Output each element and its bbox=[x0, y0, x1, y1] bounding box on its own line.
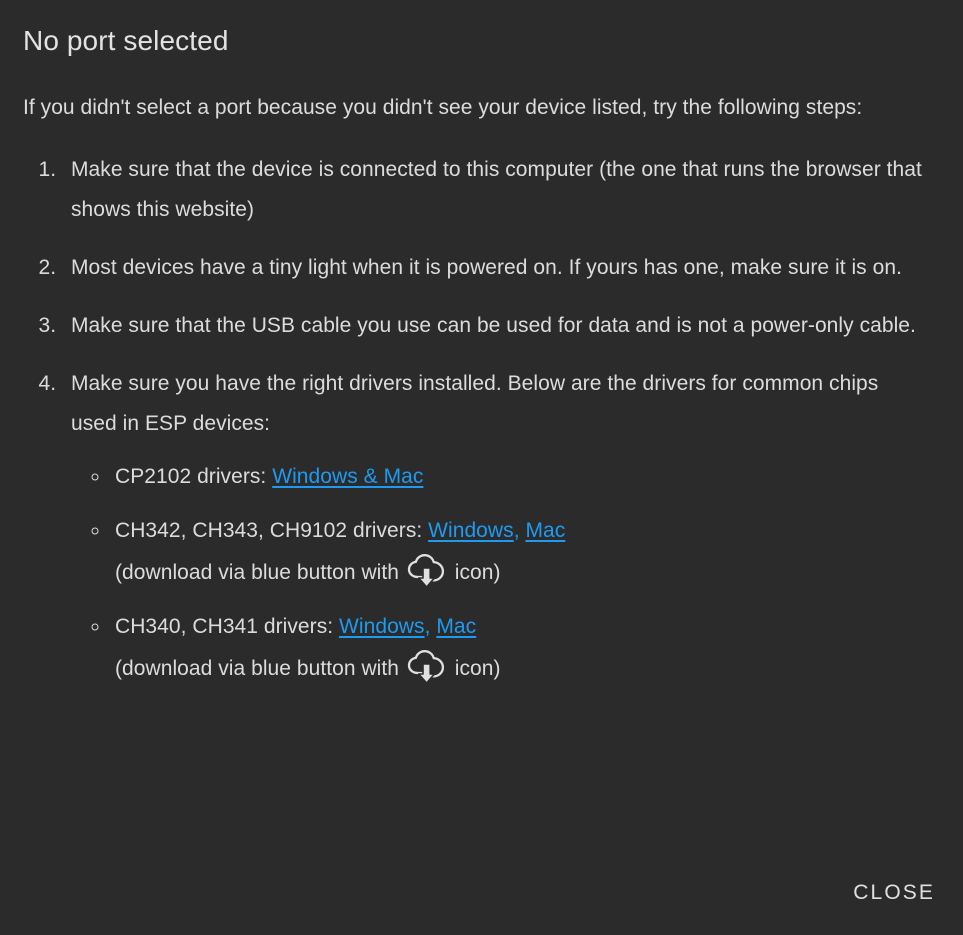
driver-item-ch340-ch341: CH340, CH341 drivers: Windows, Mac (downl… bbox=[111, 606, 923, 690]
step-item-3: Make sure that the USB cable you use can… bbox=[62, 306, 923, 346]
step-item-4: Make sure you have the right drivers ins… bbox=[62, 364, 923, 690]
step-text: Most devices have a tiny light when it i… bbox=[71, 256, 902, 279]
driver-note-before: (download via blue button with bbox=[115, 561, 405, 584]
driver-label: CH340, CH341 drivers: bbox=[115, 615, 340, 638]
ch342-windows-driver-link[interactable]: Windows bbox=[428, 519, 514, 542]
driver-links-list: CP2102 drivers: Windows & Mac CH342, CH3… bbox=[71, 456, 923, 690]
dialog-title: No port selected bbox=[23, 25, 229, 56]
troubleshooting-steps-list: Make sure that the device is connected t… bbox=[23, 150, 923, 690]
ch342-mac-driver-link[interactable]: Mac bbox=[525, 519, 565, 542]
step-item-2: Most devices have a tiny light when it i… bbox=[62, 248, 923, 288]
link-separator: , bbox=[513, 519, 526, 542]
driver-note-after: icon) bbox=[448, 561, 501, 584]
driver-note-before: (download via blue button with bbox=[115, 657, 405, 680]
step-text: Make sure you have the right drivers ins… bbox=[71, 372, 879, 435]
driver-label: CP2102 drivers: bbox=[115, 465, 273, 488]
step-text: Make sure that the USB cable you use can… bbox=[71, 314, 916, 337]
dialog-body: If you didn't select a port because you … bbox=[23, 88, 923, 690]
ch340-windows-driver-link[interactable]: Windows bbox=[339, 615, 425, 638]
driver-label: CH342, CH343, CH9102 drivers: bbox=[115, 519, 429, 542]
dialog-action-bar: Close bbox=[847, 873, 941, 913]
cloud-download-icon bbox=[406, 554, 448, 588]
close-button[interactable]: Close bbox=[847, 873, 941, 913]
dialog-intro-text: If you didn't select a port because you … bbox=[23, 96, 863, 119]
step-text: Make sure that the device is connected t… bbox=[71, 158, 922, 221]
link-separator: , bbox=[424, 615, 437, 638]
ch340-mac-driver-link[interactable]: Mac bbox=[436, 615, 476, 638]
step-item-1: Make sure that the device is connected t… bbox=[62, 150, 923, 230]
cloud-download-icon bbox=[406, 650, 448, 684]
driver-item-cp2102: CP2102 drivers: Windows & Mac bbox=[111, 456, 923, 498]
cp2102-windows-mac-driver-link[interactable]: Windows & Mac bbox=[272, 465, 423, 488]
driver-item-ch342-ch343-ch9102: CH342, CH343, CH9102 drivers: Windows, M… bbox=[111, 510, 923, 594]
no-port-selected-dialog: No port selected If you didn't select a … bbox=[0, 0, 963, 935]
driver-note-after: icon) bbox=[448, 657, 501, 680]
